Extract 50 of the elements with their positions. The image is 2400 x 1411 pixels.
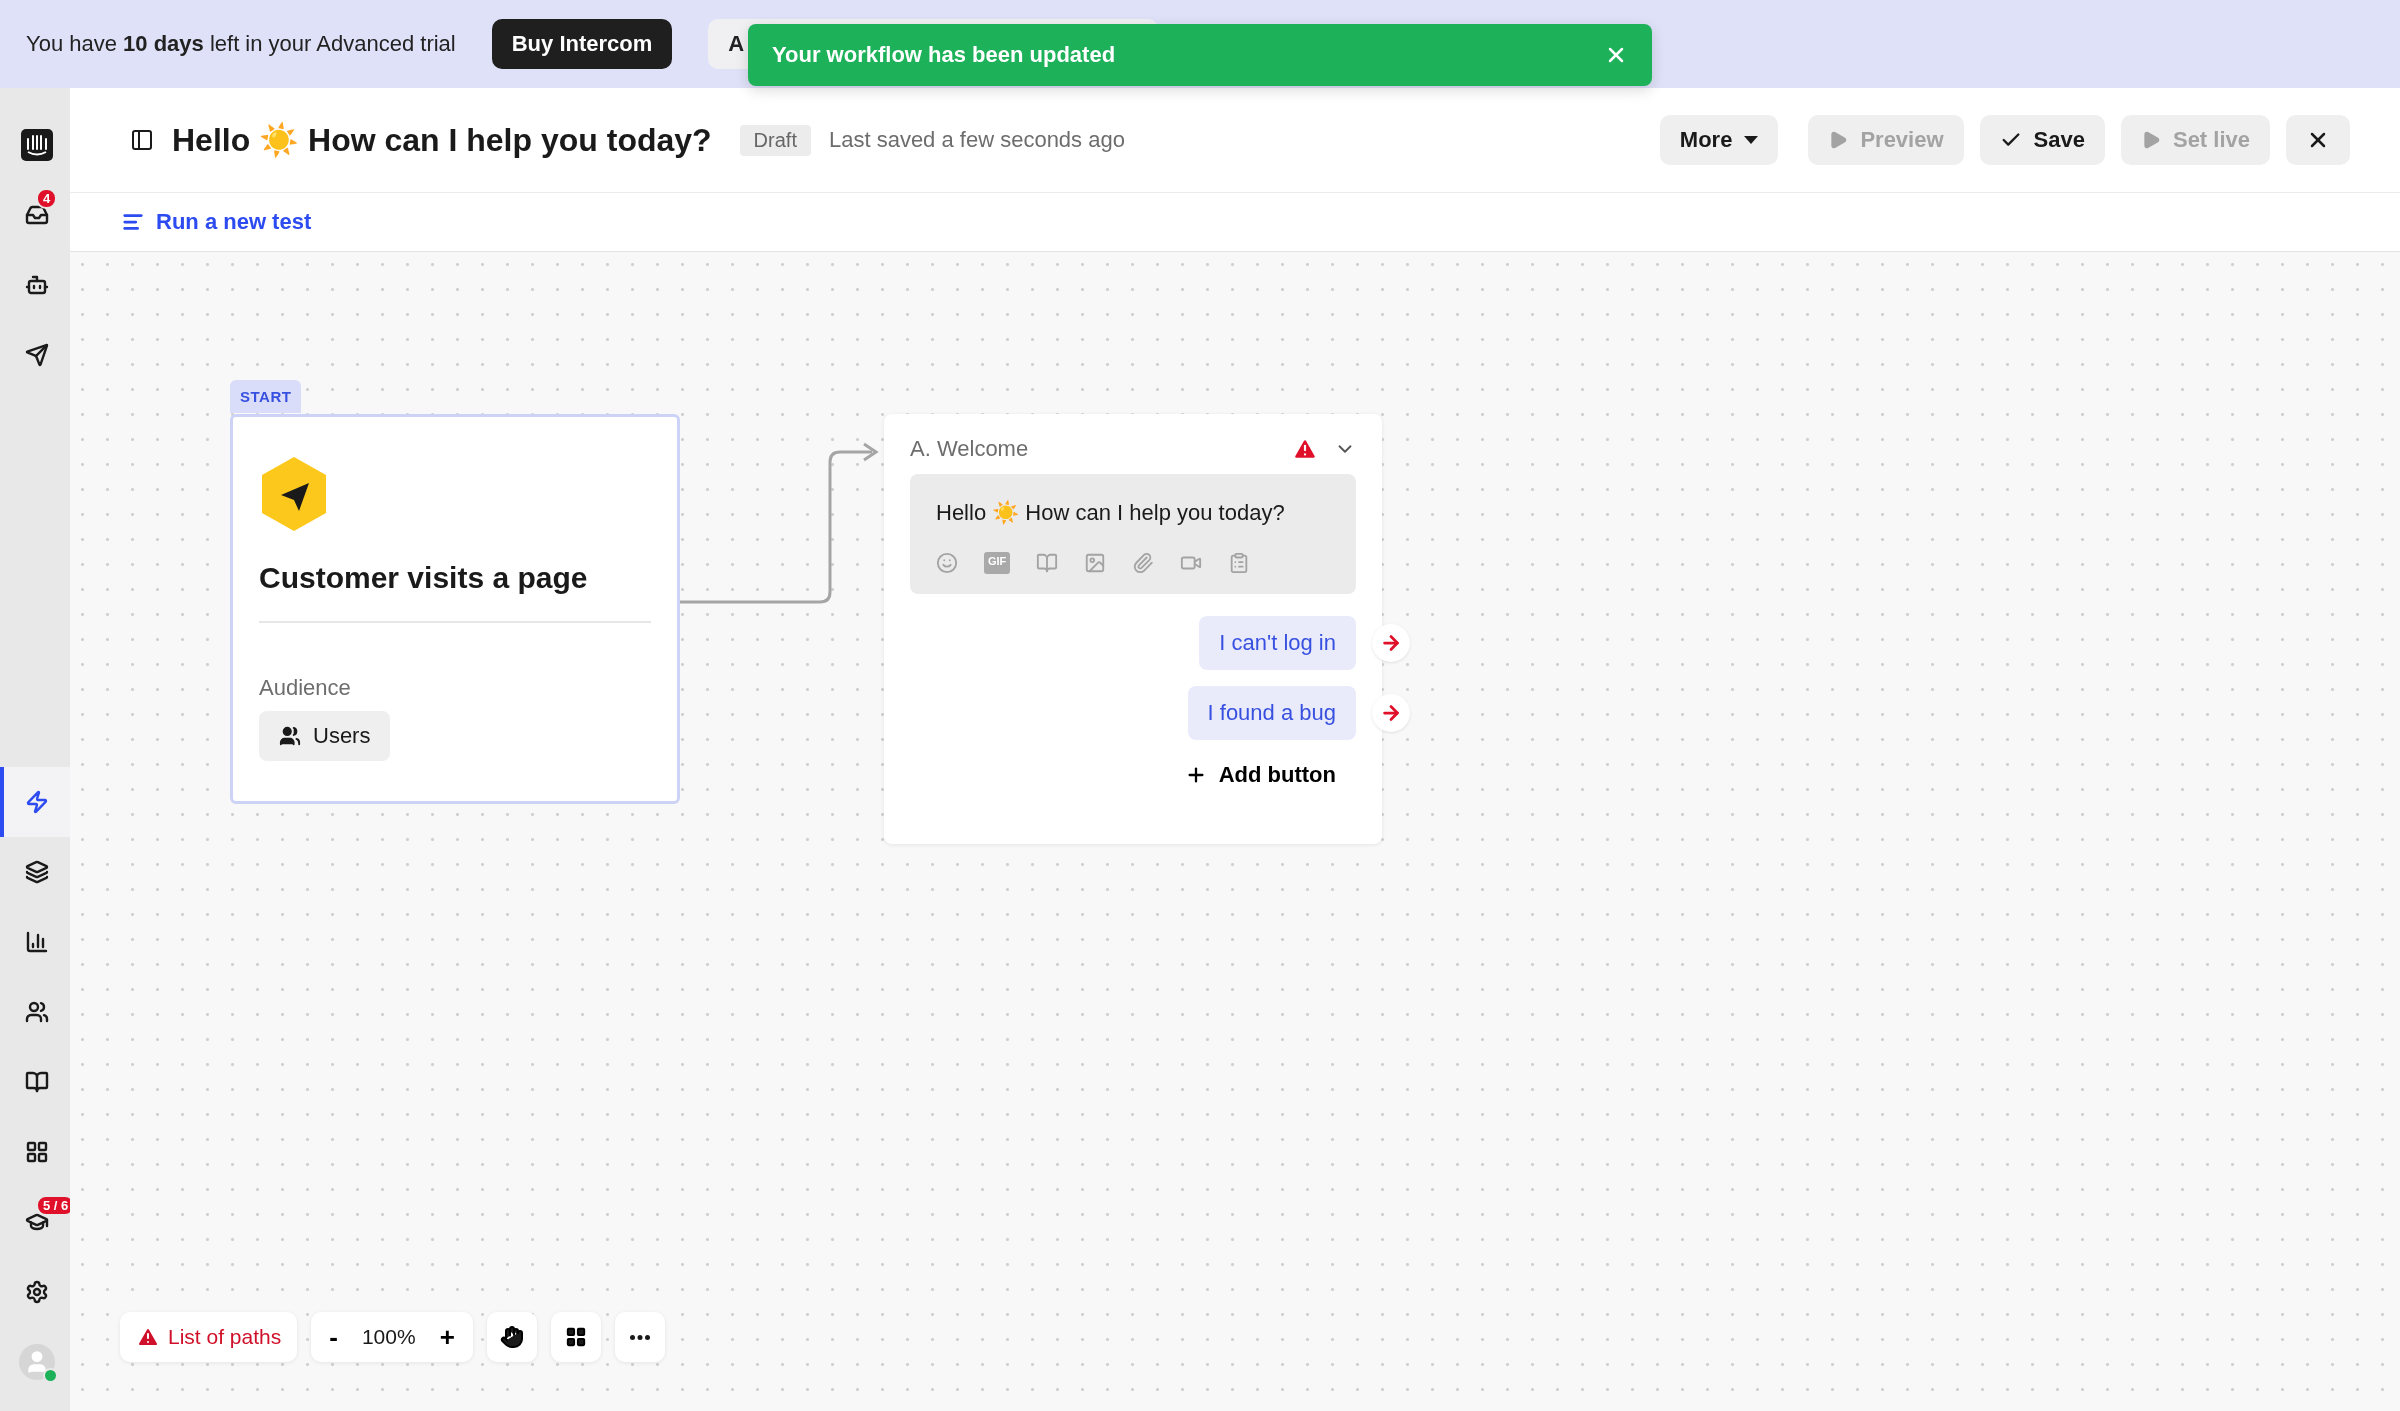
layers-icon <box>25 860 49 884</box>
settings-icon <box>25 1280 49 1304</box>
audience-chip[interactable]: Users <box>259 711 391 761</box>
buy-button[interactable]: Buy Intercom <box>491 19 673 69</box>
logo-icon <box>21 129 53 161</box>
paper-plane-icon <box>25 343 49 367</box>
grid-icon <box>25 1140 49 1164</box>
close-button[interactable] <box>2286 115 2350 165</box>
workflow-title: Hello ☀ How can I help you today? <box>172 121 712 159</box>
paperclip-icon[interactable] <box>1132 552 1155 574</box>
message-bubble[interactable]: Hello ☀ How can I help you today? GIF <box>910 474 1356 594</box>
people-icon <box>279 725 301 747</box>
run-test-link[interactable]: Run a new test <box>122 209 312 235</box>
zoom-in-button[interactable]: + <box>435 1321 459 1353</box>
trigger-icon <box>259 455 329 533</box>
bot-icon <box>25 273 49 297</box>
bar-chart-icon <box>25 930 49 954</box>
trigger-title: Customer visits a page <box>259 561 651 623</box>
book-icon <box>25 1070 49 1094</box>
lightning-icon <box>25 790 49 814</box>
people-icon <box>25 1000 49 1024</box>
caret-icon <box>1744 136 1759 144</box>
action-button[interactable]: Save <box>1979 115 2105 165</box>
more-button[interactable] <box>614 1312 665 1362</box>
action-button[interactable]: More <box>1659 115 1779 165</box>
add-button[interactable]: Add button <box>1164 762 1356 788</box>
trigger-card[interactable]: Customer visits a page Audience Users <box>230 414 680 804</box>
step-title: A. Welcome <box>910 436 1029 462</box>
start-tag: START <box>230 380 302 413</box>
trial-message: You have 10 days left in your Advanced trial <box>26 31 456 57</box>
panel-toggle-icon[interactable] <box>130 128 154 152</box>
pan-button[interactable] <box>486 1312 537 1362</box>
status-tag: Draft <box>739 124 811 156</box>
more-icon <box>629 1334 650 1340</box>
message-text: Hello ☀ How can I help you today? <box>936 500 1286 526</box>
zoom-out-button[interactable]: - <box>325 1321 342 1353</box>
avatar-icon <box>19 1344 55 1380</box>
audience-label: Audience <box>259 675 352 701</box>
test-icon <box>122 211 144 233</box>
hand-icon <box>499 1325 524 1349</box>
play-icon <box>1828 130 1849 150</box>
zoom-level: 100% <box>361 1325 416 1349</box>
paths-button[interactable]: List of paths <box>120 1312 298 1362</box>
grid-icon <box>564 1326 587 1348</box>
inbox-icon <box>25 203 49 227</box>
sidebar-item[interactable]: 4 <box>0 180 70 250</box>
grid-button[interactable] <box>550 1312 601 1362</box>
toast-message: Your workflow has been updated <box>772 42 1116 68</box>
saved-status: Last saved a few seconds ago <box>828 127 1125 153</box>
count-badge: 4 <box>36 188 58 209</box>
